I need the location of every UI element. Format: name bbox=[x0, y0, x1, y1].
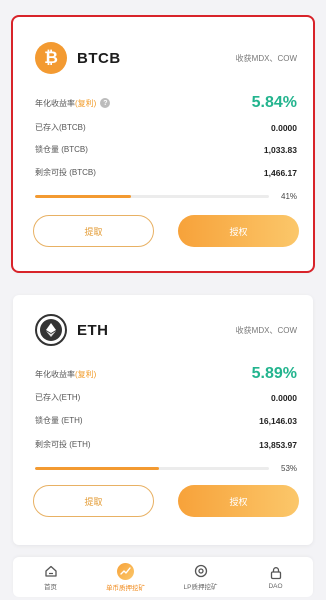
deposited-label: 已存入(ETH) bbox=[35, 393, 81, 402]
pool-card-eth: ETH 收获MDX、COW 年化收益率 (复利) 5.89% 已存入(ETH) … bbox=[13, 295, 313, 545]
progress-track bbox=[35, 195, 269, 198]
apy-value: 5.89% bbox=[251, 365, 297, 382]
coin-name: BTCB bbox=[77, 49, 121, 67]
progress-fill bbox=[35, 467, 160, 470]
tab-lp-staking[interactable]: LP质押挖矿 bbox=[163, 563, 238, 591]
deposited-value: 0.0000 bbox=[271, 392, 297, 403]
earn-tokens: 收获MDX、COW bbox=[235, 53, 297, 63]
deposited-row: 已存入(ETH) 0.0000 bbox=[35, 392, 297, 403]
tab-label: 单币质押挖矿 bbox=[106, 584, 145, 592]
remaining-label: 剩余可投 (ETH) bbox=[35, 440, 91, 449]
locked-label: 锁仓量 (BTCB) bbox=[35, 145, 88, 154]
locked-row: 锁仓量 (ETH) 16,146.03 bbox=[35, 415, 297, 426]
progress-bar: 41% bbox=[35, 192, 297, 201]
remaining-value: 13,853.97 bbox=[259, 439, 297, 450]
tab-dao[interactable]: DAO bbox=[238, 565, 313, 590]
deposited-value: 0.0000 bbox=[271, 122, 297, 133]
tab-label: DAO bbox=[268, 582, 283, 590]
coin-name: ETH bbox=[77, 321, 109, 339]
compound-label: (复利) bbox=[75, 369, 97, 379]
apy-label: 年化收益率 bbox=[35, 369, 75, 379]
withdraw-button[interactable]: 提取 bbox=[33, 215, 154, 247]
progress-track bbox=[35, 467, 269, 470]
apy-row: 年化收益率 (复利) ? 5.84% bbox=[35, 94, 297, 112]
progress-percent: 53% bbox=[281, 464, 298, 473]
locked-label: 锁仓量 (ETH) bbox=[35, 416, 83, 425]
tab-home[interactable]: 首页 bbox=[13, 563, 88, 591]
pool-card-btcb: ₿ BTCB 收获MDX、COW 年化收益率 (复利) ? 5.84% 已存入(… bbox=[11, 15, 315, 273]
action-buttons: 提取 授权 bbox=[33, 215, 299, 247]
authorize-button[interactable]: 授权 bbox=[178, 215, 299, 247]
action-buttons: 提取 授权 bbox=[33, 485, 299, 517]
withdraw-button[interactable]: 提取 bbox=[33, 485, 154, 517]
tab-label: LP质押挖矿 bbox=[183, 584, 218, 591]
help-icon[interactable]: ? bbox=[100, 98, 111, 108]
progress-bar: 53% bbox=[35, 464, 297, 473]
bottom-tab-bar: 首页 单币质押挖矿 LP质押挖矿 DAO bbox=[13, 557, 313, 597]
remaining-row: 剩余可投 (BTCB) 1,466.17 bbox=[35, 167, 297, 178]
progress-percent: 41% bbox=[281, 192, 298, 201]
lock-icon bbox=[268, 565, 284, 581]
apy-row: 年化收益率 (复利) 5.89% bbox=[35, 365, 297, 383]
bitcoin-icon: ₿ bbox=[35, 42, 67, 74]
remaining-row: 剩余可投 (ETH) 13,853.97 bbox=[35, 439, 297, 450]
tab-label: 首页 bbox=[44, 584, 57, 591]
card-header: ₿ BTCB 收获MDX、COW bbox=[35, 41, 297, 75]
apy-value: 5.84% bbox=[251, 94, 297, 111]
card-header: ETH 收获MDX、COW bbox=[35, 313, 297, 347]
locked-row: 锁仓量 (BTCB) 1,033.83 bbox=[35, 144, 297, 155]
locked-value: 16,146.03 bbox=[259, 415, 297, 426]
ethereum-icon bbox=[35, 314, 67, 346]
locked-value: 1,033.83 bbox=[263, 144, 297, 155]
remaining-value: 1,466.17 bbox=[263, 167, 297, 178]
trend-icon bbox=[117, 562, 134, 580]
compound-label: (复利) bbox=[75, 98, 97, 108]
home-icon bbox=[43, 563, 59, 579]
authorize-button[interactable]: 授权 bbox=[178, 485, 299, 517]
earn-tokens: 收获MDX、COW bbox=[235, 325, 297, 335]
progress-fill bbox=[35, 195, 131, 198]
deposited-label: 已存入(BTCB) bbox=[35, 123, 86, 132]
deposited-row: 已存入(BTCB) 0.0000 bbox=[35, 122, 297, 133]
apy-label: 年化收益率 bbox=[35, 98, 75, 108]
tab-single-staking[interactable]: 单币质押挖矿 bbox=[88, 562, 163, 592]
target-icon bbox=[193, 563, 209, 579]
remaining-label: 剩余可投 (BTCB) bbox=[35, 168, 96, 177]
